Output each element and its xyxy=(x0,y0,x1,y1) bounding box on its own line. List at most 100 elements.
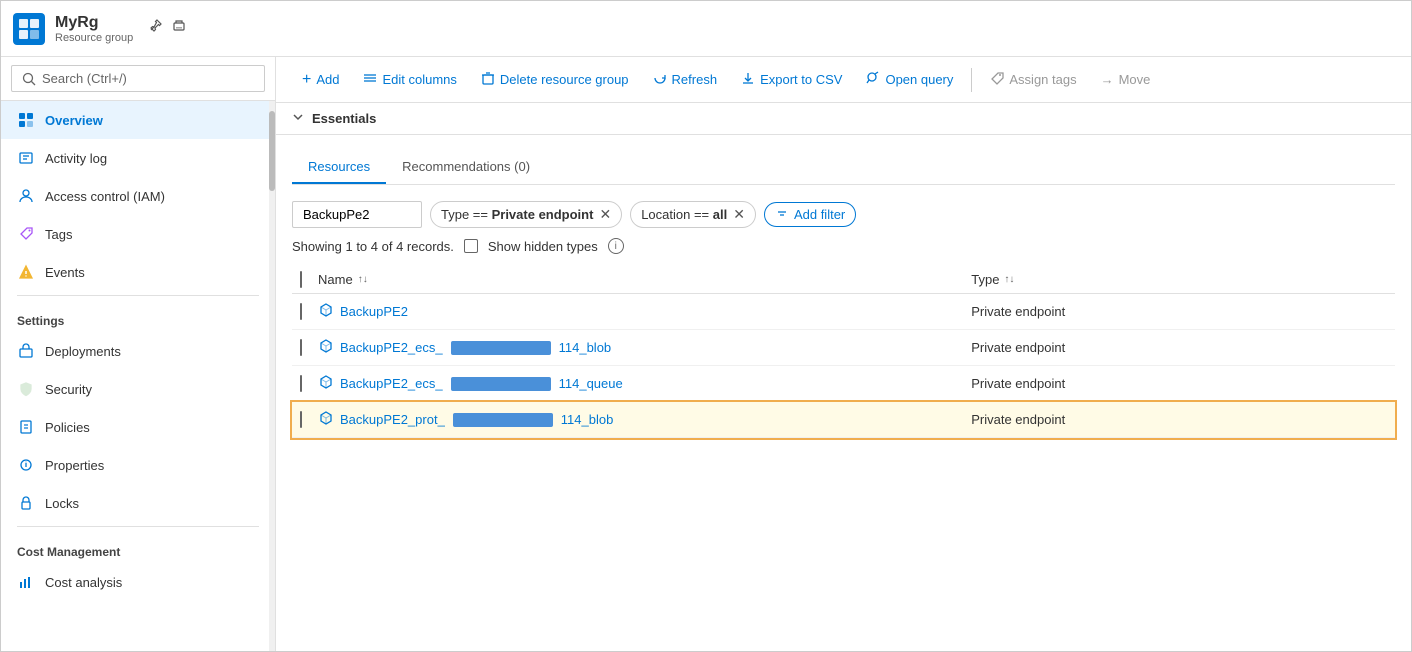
row1-resource-icon xyxy=(318,302,334,321)
scroll-indicator xyxy=(269,101,275,651)
row3-checkbox[interactable] xyxy=(300,375,302,392)
top-bar: MyRg Resource group xyxy=(1,1,1411,57)
scroll-thumb[interactable] xyxy=(269,111,275,191)
sidebar-item-label-properties: Properties xyxy=(45,458,104,473)
activity-log-icon xyxy=(17,149,35,167)
add-filter-button[interactable]: Add filter xyxy=(764,202,856,227)
row3-name-cell: BackupPE2_ecs_ 114_queue xyxy=(310,366,963,402)
assign-tags-label: Assign tags xyxy=(1009,72,1076,87)
tags-icon xyxy=(17,225,35,243)
edit-columns-label: Edit columns xyxy=(382,72,456,87)
sidebar-item-cost-analysis[interactable]: Cost analysis xyxy=(1,563,275,601)
sidebar-item-security[interactable]: Security xyxy=(1,370,275,408)
sidebar-item-tags[interactable]: Tags xyxy=(1,215,275,253)
row1-type-cell: Private endpoint xyxy=(963,294,1395,330)
row4-checkbox[interactable] xyxy=(300,411,302,428)
location-filter-text: Location == all xyxy=(641,207,727,222)
sidebar-item-label-locks: Locks xyxy=(45,496,79,511)
search-filter-input[interactable] xyxy=(292,201,422,228)
edit-columns-button[interactable]: Edit columns xyxy=(353,66,466,93)
resource-table: Name ↑↓ Type ↑↓ xyxy=(292,266,1395,438)
row1-name-link[interactable]: BackupPE2 xyxy=(318,302,955,321)
row3-checkbox-cell xyxy=(292,366,310,402)
tab-recommendations[interactable]: Recommendations (0) xyxy=(386,151,546,184)
tab-resources[interactable]: Resources xyxy=(292,151,386,184)
row4-name-link[interactable]: BackupPE2_prot_ 114_blob xyxy=(318,410,955,429)
row4-name-cell: BackupPE2_prot_ 114_blob xyxy=(310,402,963,438)
sidebar-item-label-overview: Overview xyxy=(45,113,103,128)
row4-name-suffix: 114_blob xyxy=(561,412,614,427)
sidebar-item-access-control[interactable]: Access control (IAM) xyxy=(1,177,275,215)
type-filter-close[interactable]: ✕ xyxy=(599,206,611,223)
type-sort-icon[interactable]: ↑↓ xyxy=(1004,274,1014,285)
row1-checkbox-cell xyxy=(292,294,310,330)
essentials-chevron-icon[interactable] xyxy=(292,111,304,126)
row3-name-link[interactable]: BackupPE2_ecs_ 114_queue xyxy=(318,374,955,393)
sidebar-item-events[interactable]: Events xyxy=(1,253,275,291)
sidebar-item-deployments[interactable]: Deployments xyxy=(1,332,275,370)
location-filter-close[interactable]: ✕ xyxy=(733,206,745,223)
cost-divider xyxy=(17,526,259,527)
tabs: Resources Recommendations (0) xyxy=(292,151,1395,185)
show-hidden-checkbox[interactable] xyxy=(464,239,478,253)
search-input[interactable]: Search (Ctrl+/) xyxy=(11,65,265,92)
sidebar-item-label-policies: Policies xyxy=(45,420,90,435)
settings-section-header: Settings xyxy=(1,300,275,332)
records-count: Showing 1 to 4 of 4 records. xyxy=(292,239,454,254)
sidebar-item-label-tags: Tags xyxy=(45,227,72,242)
sidebar-item-label-security: Security xyxy=(45,382,92,397)
filter-bar: Type == Private endpoint ✕ Location == a… xyxy=(292,201,1395,228)
move-icon: → xyxy=(1101,72,1114,87)
row4-type: Private endpoint xyxy=(971,412,1065,427)
type-filter-chip: Type == Private endpoint ✕ xyxy=(430,201,622,228)
sidebar-nav: Overview Activity log Access control (IA… xyxy=(1,101,275,651)
sidebar-item-properties[interactable]: Properties xyxy=(1,446,275,484)
sidebar-item-label-cost-analysis: Cost analysis xyxy=(45,575,122,590)
show-hidden-info-icon[interactable]: i xyxy=(608,238,624,254)
sidebar-item-label-deployments: Deployments xyxy=(45,344,121,359)
row4-redacted xyxy=(453,413,553,427)
sidebar-item-label-access-control: Access control (IAM) xyxy=(45,189,165,204)
search-icon-wrap: Search (Ctrl+/) xyxy=(22,71,127,86)
table-row: BackupPE2 Private endpoint xyxy=(292,294,1395,330)
sidebar-item-policies[interactable]: Policies xyxy=(1,408,275,446)
refresh-button[interactable]: Refresh xyxy=(643,66,728,93)
settings-divider xyxy=(17,295,259,296)
row3-name-suffix: 114_queue xyxy=(559,376,623,391)
edit-columns-icon xyxy=(363,71,377,88)
row3-name-part1: BackupPE2_ecs_ xyxy=(340,376,443,391)
content-area: + Add Edit columns Delete resource group xyxy=(276,57,1411,651)
locks-icon xyxy=(17,494,35,512)
row1-name: BackupPE2 xyxy=(340,304,408,319)
add-button[interactable]: + Add xyxy=(292,66,349,94)
top-bar-icons xyxy=(147,18,187,39)
refresh-label: Refresh xyxy=(672,72,718,87)
move-button[interactable]: → Move xyxy=(1091,67,1161,92)
print-icon[interactable] xyxy=(171,18,187,39)
delete-button[interactable]: Delete resource group xyxy=(471,66,639,93)
add-icon: + xyxy=(302,71,311,89)
sidebar-item-overview[interactable]: Overview xyxy=(1,101,275,139)
essentials-bar: Essentials xyxy=(276,103,1411,135)
table-name-header: Name ↑↓ xyxy=(310,266,963,294)
row2-checkbox-cell xyxy=(292,330,310,366)
name-sort-icon[interactable]: ↑↓ xyxy=(358,274,368,285)
table-select-all-header xyxy=(292,266,310,294)
row2-checkbox[interactable] xyxy=(300,339,302,356)
row4-name-part1: BackupPE2_prot_ xyxy=(340,412,445,427)
security-icon xyxy=(17,380,35,398)
row2-resource-icon xyxy=(318,338,334,357)
cost-section-header: Cost Management xyxy=(1,531,275,563)
sidebar-item-locks[interactable]: Locks xyxy=(1,484,275,522)
pin-icon[interactable] xyxy=(147,18,163,39)
sidebar-item-activity-log[interactable]: Activity log xyxy=(1,139,275,177)
export-button[interactable]: Export to CSV xyxy=(731,66,852,93)
add-label: Add xyxy=(316,72,339,87)
open-query-button[interactable]: Open query xyxy=(856,66,963,93)
assign-tags-button[interactable]: Assign tags xyxy=(980,66,1086,93)
policies-icon xyxy=(17,418,35,436)
row1-checkbox[interactable] xyxy=(300,303,302,320)
row2-name-link[interactable]: BackupPE2_ecs_114_blob xyxy=(318,338,955,357)
row2-name-cell: BackupPE2_ecs_114_blob xyxy=(310,330,963,366)
select-all-checkbox[interactable] xyxy=(300,271,302,288)
